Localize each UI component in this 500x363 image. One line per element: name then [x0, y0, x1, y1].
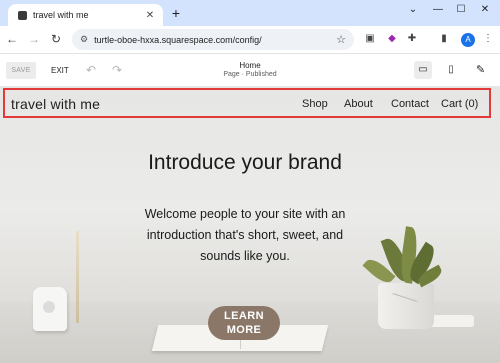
- pencil-image: [76, 231, 79, 323]
- site-info-icon[interactable]: ⚙: [80, 34, 88, 45]
- forward-button[interactable]: →: [26, 32, 42, 46]
- browser-tab[interactable]: travel with me ✕: [8, 4, 163, 26]
- minimize-button[interactable]: —: [431, 4, 445, 15]
- back-button[interactable]: ←: [4, 32, 20, 46]
- page-status: Page · Published: [223, 71, 277, 78]
- plant-pot-image: [378, 283, 434, 329]
- address-bar[interactable]: ⚙ turtle-oboe-hxxa.squarespace.com/confi…: [72, 29, 354, 50]
- url-text: turtle-oboe-hxxa.squarespace.com/config/: [94, 34, 262, 45]
- squarespace-favicon-icon: [18, 10, 27, 20]
- tab-search-icon[interactable]: ⌄: [406, 4, 420, 15]
- cta-line-2: MORE: [226, 324, 262, 336]
- browser-menu-icon[interactable]: ⋮: [482, 33, 494, 45]
- tab-close-icon[interactable]: ✕: [143, 10, 157, 21]
- learn-more-button[interactable]: LEARN MORE: [208, 306, 280, 340]
- bookmark-star-icon[interactable]: ☆: [336, 33, 346, 46]
- mobile-view-icon[interactable]: ▯: [442, 61, 460, 79]
- site-styles-icon[interactable]: ✎: [476, 63, 485, 76]
- save-button[interactable]: SAVE: [6, 62, 36, 79]
- extension-icon[interactable]: ◆: [386, 33, 398, 45]
- extension-icon[interactable]: ▣: [364, 33, 376, 45]
- close-window-button[interactable]: ✕: [478, 4, 492, 15]
- cta-line-1: LEARN: [224, 310, 264, 322]
- desktop-view-icon[interactable]: ▭: [414, 61, 432, 79]
- hero-title: Introduce your brand: [148, 151, 342, 174]
- profile-avatar[interactable]: A: [461, 33, 475, 47]
- nav-link-shop[interactable]: Shop: [302, 98, 328, 110]
- reload-button[interactable]: ↻: [48, 32, 64, 46]
- extensions-puzzle-icon[interactable]: ✚: [406, 33, 418, 45]
- cart-link[interactable]: Cart (0): [441, 98, 478, 110]
- hero-body: Welcome people to your site with an intr…: [144, 207, 346, 263]
- tab-title: travel with me: [33, 10, 89, 20]
- sharpener-hole: [43, 301, 55, 313]
- site-preview: travel with me Shop About Contact Cart (…: [0, 87, 500, 363]
- maximize-button[interactable]: ☐: [454, 4, 468, 15]
- editor-toolbar: SAVE EXIT ↶ ↷ Home Page · Published ▭ ▯ …: [0, 55, 500, 87]
- site-header[interactable]: travel with me Shop About Contact Cart (…: [3, 88, 491, 118]
- side-panel-icon[interactable]: ▮: [438, 33, 450, 45]
- new-tab-button[interactable]: +: [168, 5, 184, 21]
- browser-toolbar: ← → ↻ ⚙ turtle-oboe-hxxa.squarespace.com…: [0, 26, 500, 54]
- redo-icon[interactable]: ↷: [112, 63, 122, 77]
- browser-tab-strip: travel with me ✕ + ⌄ — ☐ ✕: [0, 0, 500, 26]
- site-logo[interactable]: travel with me: [11, 96, 100, 112]
- undo-icon[interactable]: ↶: [86, 63, 96, 77]
- nav-link-contact[interactable]: Contact: [391, 98, 429, 110]
- page-title: Home: [239, 61, 261, 70]
- exit-button[interactable]: EXIT: [51, 66, 69, 75]
- nav-link-about[interactable]: About: [344, 98, 373, 110]
